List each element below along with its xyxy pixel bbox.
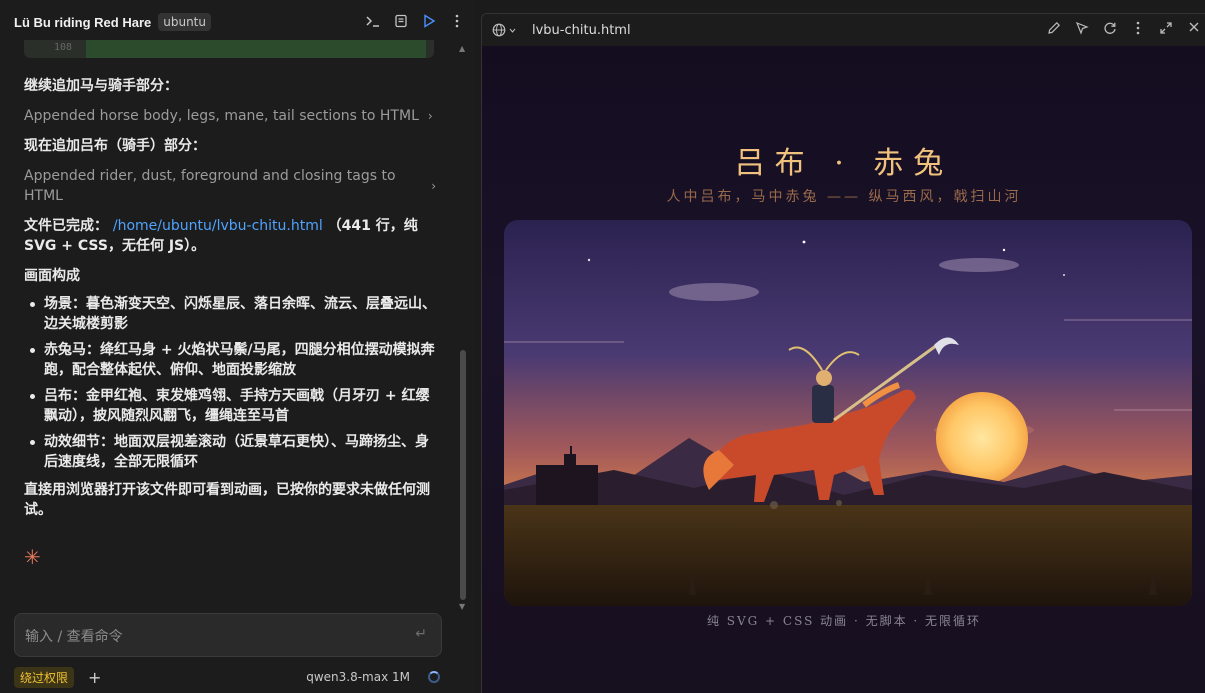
- closing-message: 直接用浏览器打开该文件即可看到动画，已按你的要求未做任何测试。: [24, 482, 430, 518]
- refresh-icon[interactable]: [1102, 21, 1118, 39]
- scroll-up-arrow-icon[interactable]: ▲: [459, 44, 465, 53]
- preview-toolbar: lvbu-chitu.html: [482, 14, 1205, 46]
- tool-call-label: Appended horse body, legs, mane, tail se…: [24, 108, 419, 124]
- environment-badge: ubuntu: [158, 13, 211, 31]
- tool-call-item[interactable]: Appended horse body, legs, mane, tail se…: [24, 106, 436, 126]
- expand-icon[interactable]: [1158, 21, 1174, 39]
- section-heading: 画面构成: [24, 268, 80, 284]
- scroll-down-arrow-icon[interactable]: ▼: [459, 602, 465, 611]
- page-caption: 纯 SVG + CSS 动画 · 无脚本 · 无限循环: [706, 614, 982, 628]
- code-diff-preview: 108: [24, 40, 434, 58]
- rendered-page: 吕布 · 赤兔 人中吕布，马中赤兔 —— 纵马西风，戟扫山河 纯 SVG + C…: [482, 46, 1205, 693]
- chevron-down-icon: [509, 28, 516, 33]
- star: [1002, 248, 1006, 252]
- model-selector[interactable]: qwen3.8-max 1M: [306, 670, 410, 684]
- file-icon[interactable]: [392, 12, 410, 30]
- globe-icon[interactable]: [492, 23, 516, 37]
- chat-scrollbar[interactable]: [460, 350, 466, 600]
- tool-call-label: Appended rider, dust, foreground and clo…: [24, 168, 396, 204]
- preview-actions: [1046, 21, 1202, 39]
- pencil-icon[interactable]: [1046, 21, 1062, 39]
- sparkle-icon: ✳: [24, 545, 41, 569]
- pointer-icon[interactable]: [1074, 21, 1090, 39]
- diff-added-line: [86, 40, 426, 58]
- composition-list: 场景：暮色渐变天空、闪烁星辰、落日余晖、流云、层叠远山、边关城楼剪影 赤兔马：绛…: [24, 294, 436, 472]
- tool-call-item[interactable]: Appended rider, dust, foreground and clo…: [24, 166, 436, 206]
- chevron-right-icon: ›: [427, 109, 433, 123]
- assistant-message: 继续追加马与骑手部分：: [24, 78, 178, 94]
- play-icon[interactable]: [420, 12, 438, 30]
- list-item: 动效细节：地面双层视差滚动（近景草石更快）、马蹄扬尘、身后速度线，全部无限循环: [24, 432, 436, 472]
- page-title: 吕布 · 赤兔: [734, 146, 954, 181]
- scene-illustration: [504, 220, 1192, 606]
- chevron-right-icon: ›: [431, 179, 436, 193]
- completion-prefix: 文件已完成：: [24, 218, 108, 234]
- page-subtitle: 人中吕布，马中赤兔 —— 纵马西风，戟扫山河: [666, 189, 1022, 205]
- file-path-link[interactable]: /home/ubuntu/lvbu-chitu.html: [113, 218, 323, 234]
- ground: [504, 505, 1192, 606]
- chat-panel: Lü Bu riding Red Hare ubuntu 108 继续追加马与骑…: [0, 0, 474, 693]
- header-actions: [364, 12, 466, 30]
- enter-icon[interactable]: ↵: [415, 626, 427, 642]
- list-item: 场景：暮色渐变天空、闪烁星辰、落日余晖、流云、层叠远山、边关城楼剪影: [24, 294, 436, 334]
- loading-spinner-icon: [428, 671, 440, 683]
- prompt-input[interactable]: [25, 629, 405, 645]
- completion-message: 文件已完成： /home/ubuntu/lvbu-chitu.html （441…: [24, 216, 436, 256]
- list-item: 吕布：金甲红袍、束发雉鸡翎、手持方天画戟（月牙刃 + 红缨飘动），披风随烈风翻飞…: [24, 386, 436, 426]
- more-vertical-icon[interactable]: [1130, 21, 1146, 39]
- close-icon[interactable]: [1186, 21, 1202, 39]
- star: [1063, 274, 1065, 276]
- add-button[interactable]: +: [88, 668, 101, 687]
- composer-footer: 绕过权限 + qwen3.8-max 1M: [14, 666, 444, 688]
- more-vertical-icon[interactable]: [448, 12, 466, 30]
- star: [587, 258, 591, 262]
- star: [802, 240, 806, 244]
- code-line-number: 108: [54, 42, 73, 53]
- preview-panel: lvbu-chitu.html 吕布 · 赤兔 人中吕布，马中赤兔 —— 纵马西…: [481, 13, 1205, 693]
- chat-transcript: 继续追加马与骑手部分： Appended horse body, legs, m…: [24, 76, 436, 530]
- assistant-message: 现在追加吕布（骑手）部分：: [24, 138, 206, 154]
- prompt-input-container: ↵: [14, 613, 442, 657]
- list-item: 赤兔马：绛红马身 + 火焰状马鬃/马尾，四腿分相位摆动模拟奔跑，配合整体起伏、俯…: [24, 340, 436, 380]
- terminal-icon[interactable]: [364, 12, 382, 30]
- bypass-permissions-badge[interactable]: 绕过权限: [14, 666, 75, 688]
- preview-filename: lvbu-chitu.html: [532, 22, 631, 38]
- setting-sun: [936, 392, 1028, 484]
- chat-header: Lü Bu riding Red Hare ubuntu: [0, 0, 474, 44]
- session-title: Lü Bu riding Red Hare: [14, 14, 152, 30]
- animation-scene: [504, 220, 1192, 606]
